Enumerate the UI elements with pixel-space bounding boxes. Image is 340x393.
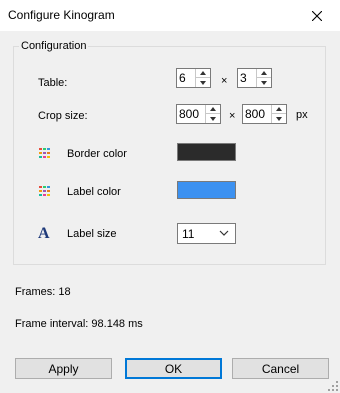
font-icon: A (38, 225, 50, 242)
decrement-button[interactable] (196, 78, 210, 87)
arrow-down-icon (210, 116, 216, 121)
border-color-label: Border color (67, 148, 127, 160)
arrow-down-icon (261, 80, 267, 85)
ok-button[interactable]: OK (125, 358, 222, 379)
crop-width-stepper[interactable]: 800 (176, 104, 221, 124)
frames-count: Frames: 18 (15, 286, 71, 298)
window-title: Configure Kinogram (8, 8, 115, 22)
border-color-swatch[interactable] (177, 143, 236, 161)
group-title: Configuration (19, 40, 89, 52)
times-symbol: × (229, 110, 236, 122)
increment-button[interactable] (196, 69, 210, 78)
arrow-up-icon (210, 107, 216, 111)
increment-button[interactable] (257, 69, 271, 78)
table-rows-stepper[interactable]: 3 (237, 68, 272, 88)
table-columns-stepper[interactable]: 6 (176, 68, 211, 88)
label-color-swatch[interactable] (177, 181, 236, 199)
table-label: Table: (38, 77, 68, 89)
label-size-label: Label size (67, 228, 117, 240)
crop-size-label: Crop size: (38, 110, 88, 122)
label-size-select[interactable]: 11 (177, 223, 236, 244)
arrow-down-icon (200, 80, 206, 85)
palette-icon (39, 148, 50, 158)
times-symbol: × (221, 75, 228, 87)
increment-button[interactable] (206, 105, 220, 114)
arrow-down-icon (276, 116, 282, 121)
crop-height-stepper[interactable]: 800 (242, 104, 287, 124)
crop-height-value: 800 (245, 107, 266, 121)
label-size-value: 11 (182, 227, 195, 241)
arrow-up-icon (276, 107, 282, 111)
decrement-button[interactable] (272, 114, 286, 123)
increment-button[interactable] (272, 105, 286, 114)
apply-button[interactable]: Apply (15, 358, 112, 379)
arrow-up-icon (200, 71, 206, 75)
table-rows-value: 3 (240, 71, 247, 85)
frame-interval: Frame interval: 98.148 ms (15, 318, 143, 330)
cancel-button[interactable]: Cancel (232, 358, 329, 379)
resize-grip-icon[interactable] (328, 381, 338, 391)
close-icon (312, 10, 322, 21)
crop-width-value: 800 (179, 107, 200, 121)
chevron-down-icon (219, 230, 229, 236)
label-color-label: Label color (67, 186, 121, 198)
arrow-up-icon (261, 71, 267, 75)
decrement-button[interactable] (206, 114, 220, 123)
close-button[interactable] (294, 0, 340, 31)
table-columns-value: 6 (179, 71, 186, 85)
crop-unit-label: px (296, 109, 308, 121)
palette-icon (39, 186, 50, 196)
title-bar: Configure Kinogram (0, 0, 340, 31)
decrement-button[interactable] (257, 78, 271, 87)
